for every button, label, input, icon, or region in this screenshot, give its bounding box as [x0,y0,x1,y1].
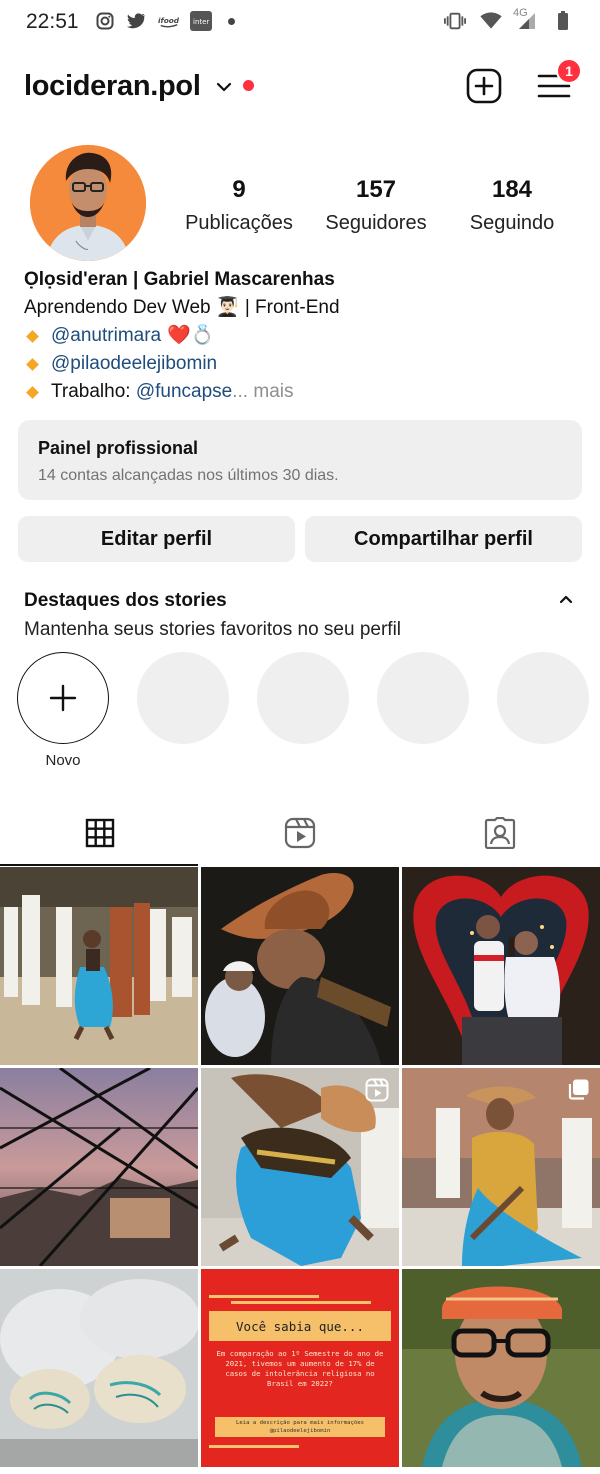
chevron-up-icon[interactable] [558,592,574,610]
twitter-icon [126,10,148,32]
profile-avatar[interactable] [30,145,146,261]
text-card-footer-line: Leia a descrição para mais informações [236,1420,364,1426]
share-profile-button[interactable]: Compartilhar perfil [305,516,582,562]
professional-dashboard-title: Painel profissional [38,438,199,458]
highlights-title: Destaques dos stories [24,590,227,611]
carousel-icon [566,1078,590,1107]
diamond-bullet-icon [26,357,39,371]
mention-link[interactable]: @pilaodeelejibomin [51,350,217,378]
followers-count: 157 [355,176,397,203]
new-highlight-button[interactable] [17,652,109,744]
svg-text:ifood: ifood [158,16,180,25]
post-thumbnail[interactable]: Você sabia que... Em comparação ao 1º Se… [201,1269,399,1467]
post-thumbnail[interactable] [402,1068,600,1266]
bio-more-link[interactable]: ... mais [232,378,293,406]
status-time: 22:51 [26,10,79,33]
username-switcher[interactable]: locideran.pol [24,70,201,103]
highlight-placeholder [257,652,349,744]
stat-posts[interactable]: 9 Publicações [182,176,296,235]
professional-dashboard-subtitle: 14 contas alcançadas nos últimos 30 dias… [38,467,339,484]
system-icons [444,10,574,32]
decor-line [209,1445,299,1448]
text-card-title: Você sabia que... [209,1311,391,1341]
stat-followers[interactable]: 157 Seguidores [320,176,432,235]
svg-text:inter: inter [193,18,209,26]
reel-icon [365,1078,389,1107]
posts-count: 9 [232,176,246,203]
text-card-footer-handle: @pilaodeelejibomin [269,1428,331,1434]
plus-icon [49,684,77,712]
diamond-bullet-icon [26,385,39,399]
bio-mention-line: @anutrimara ❤️💍 [24,322,584,350]
inter-icon: inter [190,10,212,32]
highlight-placeholder [137,652,229,744]
post-thumbnail[interactable] [0,867,198,1065]
bio-work-line: Trabalho: @funcapse ... mais [24,378,584,406]
bio-mention-line: @pilaodeelejibomin [24,350,584,378]
work-prefix: Trabalho: [51,381,136,402]
followers-label: Seguidores [325,212,427,234]
chevron-down-icon[interactable] [216,80,232,98]
create-post-button[interactable] [466,68,502,104]
vibrate-icon [444,10,466,32]
following-label: Seguindo [469,212,555,234]
post-thumbnail[interactable] [201,867,399,1065]
following-count: 184 [491,176,533,203]
decor-line [231,1301,371,1304]
professional-dashboard[interactable]: Painel profissional 14 contas alcançadas… [18,420,582,500]
bio-line: Aprendendo Dev Web 👨🏻‍🎓 | Front-End [24,297,340,318]
decor-line [209,1295,319,1298]
profile-bio: Ọlọsid'eran | Gabriel Mascarenhas Aprend… [24,266,584,406]
post-thumbnail[interactable] [201,1068,399,1266]
notification-icons: ifood inter [94,10,235,32]
grid-icon [85,818,115,848]
highlight-placeholder [497,652,589,744]
signal-icon [516,10,538,32]
post-thumbnail[interactable] [402,1269,600,1467]
ifood-icon: ifood [158,10,180,32]
tab-tagged[interactable] [400,800,600,866]
profile-header: locideran.pol 1 [0,58,600,114]
text-card-post: Você sabia que... Em comparação ao 1º Se… [201,1269,399,1467]
stat-following[interactable]: 184 Seguindo [458,176,566,235]
battery-icon [552,10,574,32]
post-thumbnail[interactable] [0,1068,198,1266]
highlight-placeholder [377,652,469,744]
post-thumbnail[interactable] [0,1269,198,1467]
text-card-body: Em comparação ao 1º Semestre do ano de 2… [216,1349,384,1388]
text-card-footer: Leia a descrição para mais informações @… [215,1417,385,1437]
reels-icon [284,817,316,849]
active-tab-indicator [0,864,198,866]
tab-grid[interactable] [0,800,200,866]
more-notifications-dot [228,17,235,25]
tab-reels[interactable] [200,800,400,866]
new-highlight-label: Novo [45,752,81,769]
wifi-icon [480,10,502,32]
post-thumbnail[interactable] [402,867,600,1065]
profile-display-name: Ọlọsid'eran | Gabriel Mascarenhas [24,269,335,290]
instagram-icon [94,10,116,32]
mention-link[interactable]: @anutrimara [51,322,161,350]
mention-link[interactable]: @funcapse [136,378,232,406]
new-activity-dot [243,80,254,91]
edit-profile-button[interactable]: Editar perfil [18,516,295,562]
profile-tabs [0,800,600,866]
status-bar: 22:51 ifood inter 4G [0,0,600,44]
heart-ring-emoji: ❤️💍 [167,325,215,346]
tagged-icon [484,817,516,849]
menu-notification-badge: 1 [556,58,582,84]
highlights-subtitle: Mantenha seus stories favoritos no seu p… [24,619,402,640]
diamond-bullet-icon [26,329,39,343]
posts-label: Publicações [185,212,293,234]
